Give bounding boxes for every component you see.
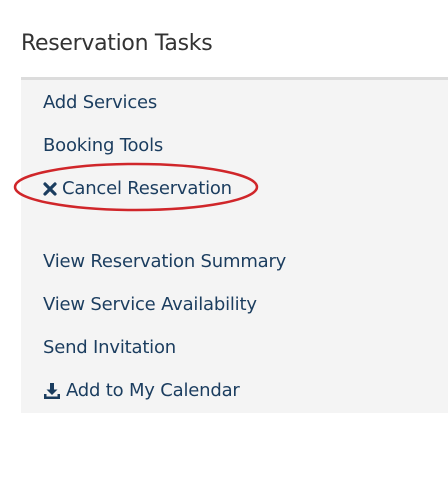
view-service-availability-link[interactable]: View Service Availability xyxy=(43,294,257,315)
add-to-my-calendar-label: Add to My Calendar xyxy=(66,380,240,401)
add-to-my-calendar-link[interactable]: Add to My Calendar xyxy=(43,380,240,401)
booking-tools-link[interactable]: Booking Tools xyxy=(43,135,163,156)
cancel-reservation-link[interactable]: Cancel Reservation xyxy=(43,178,232,199)
add-services-link[interactable]: Add Services xyxy=(43,92,157,113)
view-service-availability-label: View Service Availability xyxy=(43,294,257,315)
view-reservation-summary-label: View Reservation Summary xyxy=(43,251,287,272)
send-invitation-label: Send Invitation xyxy=(43,337,176,358)
send-invitation-link[interactable]: Send Invitation xyxy=(43,337,176,358)
cancel-reservation-label: Cancel Reservation xyxy=(62,178,232,199)
download-icon xyxy=(43,382,61,400)
reservation-tasks-list: Add Services Booking Tools Cancel Reserv… xyxy=(21,77,448,413)
add-services-label: Add Services xyxy=(43,92,158,113)
panel-title: Reservation Tasks xyxy=(21,31,213,56)
view-reservation-summary-link[interactable]: View Reservation Summary xyxy=(43,251,286,272)
close-icon xyxy=(43,181,57,196)
booking-tools-label: Booking Tools xyxy=(43,135,164,156)
